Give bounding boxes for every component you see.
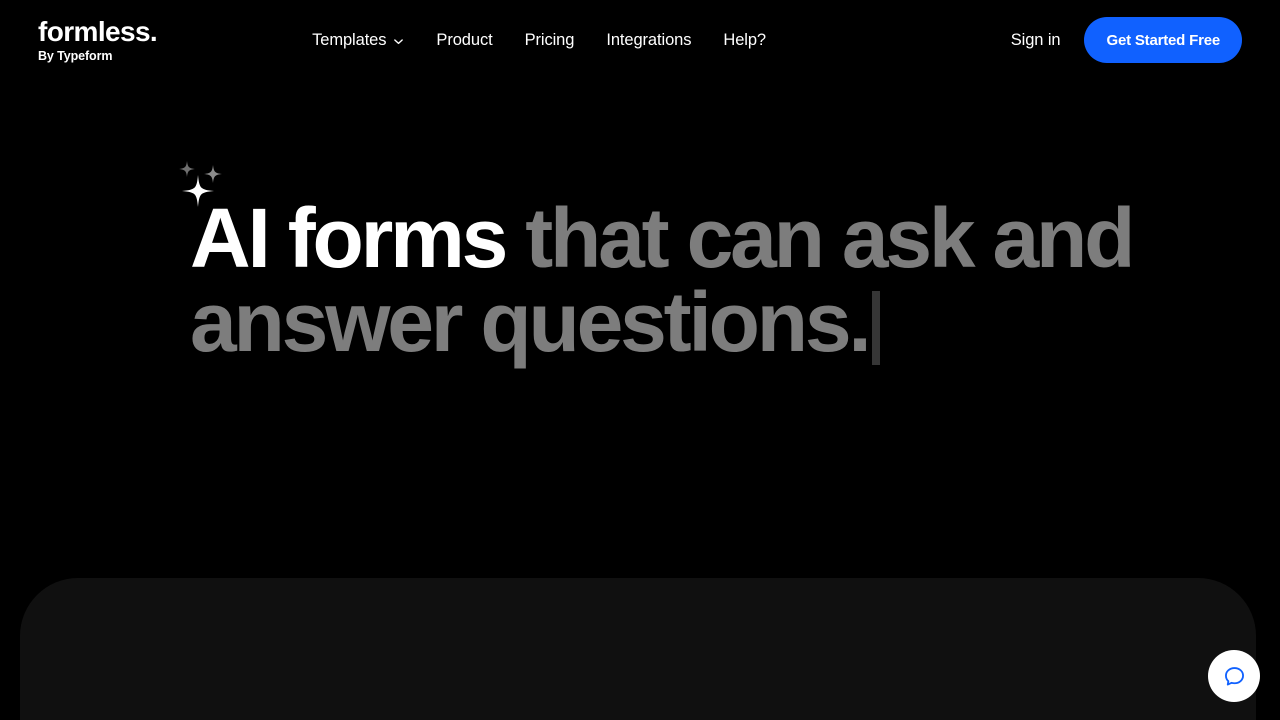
- nav-item-templates[interactable]: Templates: [312, 31, 404, 50]
- nav-item-help[interactable]: Help?: [723, 31, 766, 50]
- chat-bubble-button[interactable]: [1208, 650, 1260, 702]
- nav-item-label: Product: [436, 30, 493, 49]
- nav-item-label: Help?: [723, 30, 766, 49]
- main-navigation: Templates Product Pricing Integrations H…: [312, 31, 766, 50]
- hero-section: AI forms that can ask and answer questio…: [179, 161, 1250, 365]
- get-started-free-button[interactable]: Get Started Free: [1084, 17, 1242, 63]
- nav-item-product[interactable]: Product: [436, 31, 492, 50]
- brand-logo[interactable]: formless. By Typeform: [38, 15, 158, 64]
- content-panel: [20, 578, 1256, 720]
- brand-subtitle: By Typeform: [38, 48, 113, 63]
- typing-caret: [872, 291, 881, 365]
- nav-item-label: Pricing: [524, 30, 575, 49]
- hero-heading-highlight: AI forms: [190, 191, 508, 285]
- header-actions: Sign in Get Started Free: [1011, 17, 1242, 63]
- chat-bubble-icon: [1222, 664, 1247, 689]
- sign-in-link[interactable]: Sign in: [1011, 31, 1061, 50]
- hero-heading: AI forms that can ask and answer questio…: [190, 196, 1250, 365]
- site-header: formless. By Typeform Templates Product …: [0, 0, 1280, 80]
- nav-item-pricing[interactable]: Pricing: [525, 31, 575, 50]
- brand-name: formless.: [38, 15, 158, 47]
- nav-item-label: Integrations: [606, 30, 692, 49]
- nav-item-label: Templates: [312, 30, 387, 49]
- chevron-down-icon: [393, 36, 404, 47]
- nav-item-integrations[interactable]: Integrations: [606, 31, 691, 50]
